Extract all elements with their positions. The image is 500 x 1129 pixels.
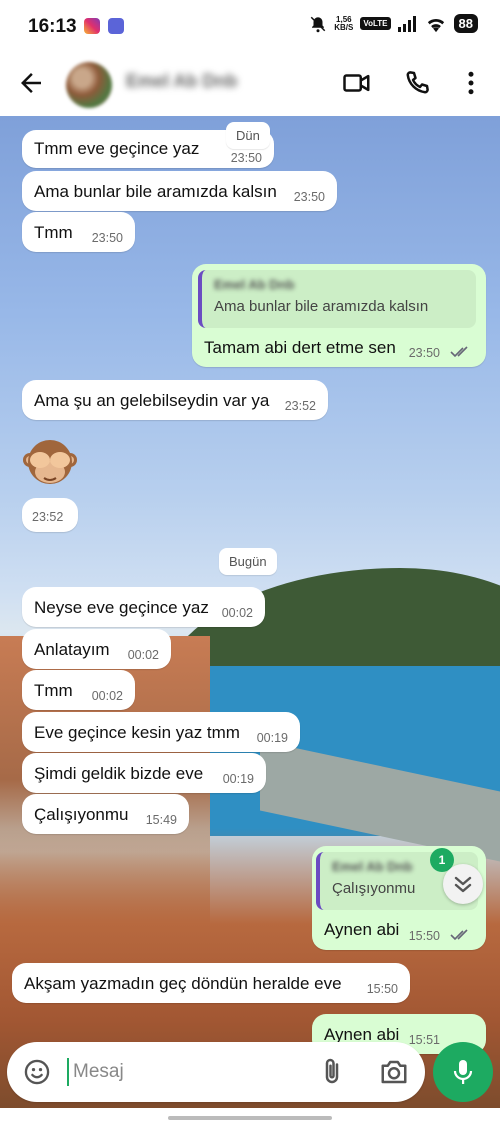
message-time: 00:02 <box>221 606 253 620</box>
message-text: Ama şu an gelebilseydin var ya <box>34 391 270 410</box>
more-options-icon[interactable] <box>456 68 486 98</box>
message-incoming[interactable]: Ama bunlar bile aramızda kalsın 23:50 <box>22 171 337 211</box>
mic-icon <box>453 1060 473 1084</box>
message-time-chip: 23:52 <box>22 498 78 532</box>
message-time: 23:50 <box>91 231 123 245</box>
quoted-sender: Emel Ab Dnb <box>332 859 413 874</box>
message-text: Tmm eve geçince yaz <box>34 139 200 158</box>
home-gesture-handle[interactable] <box>168 1116 332 1120</box>
mastodon-icon <box>108 18 124 34</box>
message-input-bar <box>7 1042 425 1102</box>
mic-button[interactable] <box>433 1042 493 1102</box>
message-time: 00:02 <box>91 689 123 703</box>
battery-indicator: 88 <box>453 14 478 33</box>
message-time: 23:50 <box>230 151 262 165</box>
contact-name[interactable]: Emel Ab Dnb <box>126 71 237 92</box>
status-time: 16:13 <box>28 16 77 37</box>
scroll-to-bottom-button[interactable] <box>443 864 483 904</box>
message-time: 00:19 <box>256 731 288 745</box>
message-time: 15:49 <box>145 813 177 827</box>
signal-icon <box>397 15 416 32</box>
message-incoming[interactable]: Şimdi geldik bizde eve 00:19 <box>22 753 266 793</box>
wifi-icon <box>427 18 444 32</box>
instagram-icon <box>84 18 100 34</box>
message-time: 00:19 <box>222 772 254 786</box>
message-incoming[interactable]: Neyse eve geçince yaz 00:02 <box>22 587 265 627</box>
message-text: Anlatayım <box>34 640 110 659</box>
system-nav-bar <box>0 1108 500 1129</box>
attach-icon[interactable] <box>317 1057 347 1087</box>
message-time: 15:50 <box>408 929 440 943</box>
message-time: 15:50 <box>366 982 398 996</box>
back-arrow-icon[interactable] <box>16 68 46 98</box>
message-incoming[interactable]: Tmm 00:02 <box>22 670 135 710</box>
message-input[interactable] <box>67 1058 287 1086</box>
date-separator: Dün <box>226 122 270 149</box>
double-check-icon <box>450 929 468 941</box>
message-time: 00:02 <box>127 648 159 662</box>
double-check-icon <box>450 346 468 358</box>
status-bar: 16:13 1,56 KB/S VoLTE 88 <box>0 0 500 54</box>
quoted-text: Ama bunlar bile aramızda kalsın <box>214 298 429 315</box>
message-text: Akşam yazmadın geç döndün heralde eve <box>24 974 342 993</box>
mute-notifications-icon <box>310 16 326 32</box>
quoted-text: Çalışıyonmu <box>332 880 416 897</box>
chat-area[interactable]: Tmm eve geçince yaz 23:50 Dün Ama bunlar… <box>0 116 500 1108</box>
message-time: 23:50 <box>293 190 325 204</box>
message-text: Eve geçince kesin yaz tmm <box>34 723 240 742</box>
chevron-down-double-icon <box>454 876 472 893</box>
message-text: Tmm <box>34 681 73 700</box>
message-incoming[interactable]: Çalışıyonmu 15:49 <box>22 794 189 834</box>
net-speed: 1,56 KB/S <box>334 14 354 32</box>
quoted-message[interactable]: Emel Ab Dnb Ama bunlar bile aramızda kal… <box>198 270 476 328</box>
phone-icon[interactable] <box>402 68 432 98</box>
message-text: Aynen abi <box>324 920 400 939</box>
camera-icon[interactable] <box>379 1057 409 1087</box>
message-incoming[interactable]: Akşam yazmadın geç döndün heralde eve 15… <box>12 963 410 1003</box>
see-no-evil-monkey-emoji[interactable] <box>22 434 78 490</box>
message-text: Şimdi geldik bizde eve <box>34 764 204 783</box>
message-text: Çalışıyonmu <box>34 805 129 824</box>
message-incoming[interactable]: Anlatayım 00:02 <box>22 629 171 669</box>
message-outgoing[interactable]: Emel Ab Dnb Ama bunlar bile aramızda kal… <box>192 264 486 367</box>
emoji-icon[interactable] <box>23 1058 51 1086</box>
message-text: Tmm <box>34 223 73 242</box>
message-time: 15:51 <box>408 1033 440 1047</box>
message-text: Ama bunlar bile aramızda kalsın <box>34 182 277 201</box>
video-call-icon[interactable] <box>342 68 372 98</box>
avatar[interactable] <box>66 62 112 108</box>
message-incoming[interactable]: Eve geçince kesin yaz tmm 00:19 <box>22 712 300 752</box>
chat-header: Emel Ab Dnb <box>0 54 500 116</box>
message-time: 23:52 <box>32 510 64 524</box>
message-text: Neyse eve geçince yaz <box>34 598 209 617</box>
quoted-sender: Emel Ab Dnb <box>214 277 295 292</box>
date-separator: Bugün <box>219 548 277 575</box>
volte-badge: VoLTE <box>360 17 391 30</box>
message-incoming[interactable]: Ama şu an gelebilseydin var ya 23:52 <box>22 380 328 420</box>
message-incoming[interactable]: Tmm 23:50 <box>22 212 135 252</box>
message-text: Tamam abi dert etme sen <box>204 338 396 357</box>
message-time: 23:52 <box>284 399 316 413</box>
message-time: 23:50 <box>408 346 440 360</box>
